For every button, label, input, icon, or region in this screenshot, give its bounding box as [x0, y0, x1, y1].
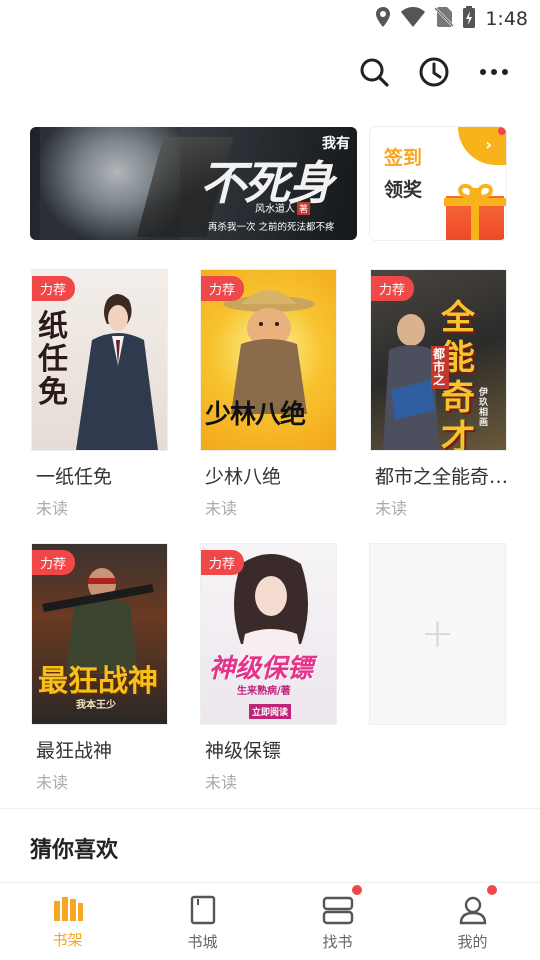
cover-title: 神级保镖	[209, 654, 314, 684]
notification-dot	[352, 885, 362, 895]
cover-title: 全能 奇才	[441, 298, 475, 450]
divider	[0, 808, 540, 809]
nav-bookshelf[interactable]: 书架	[0, 883, 135, 960]
nav-label: 书城	[187, 933, 218, 951]
more-dots-icon	[480, 69, 508, 75]
book-cover[interactable]: 力荐 纸任免	[32, 270, 167, 450]
history-button[interactable]	[418, 56, 450, 88]
gift-icon	[444, 181, 506, 240]
cover-author: 生来熟病/著	[237, 686, 291, 697]
book-cover[interactable]: 力荐 少林八绝	[201, 270, 336, 450]
book-title: 神级保镖	[205, 740, 282, 762]
location-icon	[375, 7, 391, 31]
notification-dot	[487, 885, 497, 895]
book-cover[interactable]: 力荐 神级保镖 生来熟病/著 立即阅读	[201, 544, 336, 724]
recommend-badge: 力荐	[371, 276, 415, 301]
chevron-right-icon: ›	[485, 135, 492, 154]
search-button[interactable]	[358, 56, 390, 88]
signin-reward-card[interactable]: › 签到 领奖	[370, 127, 506, 240]
recommend-badge: 力荐	[201, 276, 245, 301]
cover-author: 我本王少	[76, 700, 116, 711]
promo-banner[interactable]: 我有 不死身 风水道人著 再杀我一次 之前的死法都不疼	[30, 127, 357, 240]
cover-title: 少林八绝	[205, 400, 306, 430]
nav-label: 我的	[457, 933, 488, 951]
status-bar: 1:48	[0, 0, 540, 38]
book-icon	[190, 895, 215, 925]
bottom-navigation: 书架 书城 找书 我的	[0, 882, 540, 960]
nav-bookstore[interactable]: 书城	[135, 883, 270, 960]
cover-title: 纸任免	[38, 309, 68, 410]
book-title: 一纸任免	[36, 466, 113, 488]
profile-icon	[459, 896, 486, 925]
recommend-badge: 力荐	[32, 550, 76, 575]
find-book-icon	[322, 896, 353, 925]
banner-author: 风水道人著	[255, 202, 311, 215]
cover-author: 伊玖相画	[479, 388, 489, 428]
reward-label: 领奖	[384, 179, 423, 201]
no-sim-icon	[434, 7, 455, 31]
read-status: 未读	[36, 499, 69, 518]
nav-find-book[interactable]: 找书	[270, 883, 405, 960]
book-item[interactable]: 力荐 纸任免 一纸任免 未读	[32, 270, 167, 519]
cover-read-now-tag: 立即阅读	[249, 704, 292, 719]
book-item[interactable]: 力荐 最狂战神 我本王少 最狂战神 未读	[32, 544, 167, 793]
read-status: 未读	[36, 773, 69, 792]
plus-icon: +	[420, 611, 455, 657]
book-title: 都市之全能奇…	[375, 466, 509, 488]
author-seal: 著	[297, 202, 311, 215]
top-toolbar	[358, 56, 510, 88]
add-book-button[interactable]: +	[370, 544, 505, 724]
read-status: 未读	[205, 499, 238, 518]
cover-subtitle: 都市之	[431, 346, 449, 389]
nav-label: 找书	[322, 933, 353, 951]
clock-time: 1:48	[485, 8, 528, 30]
signin-label: 签到	[384, 147, 423, 169]
read-status: 未读	[375, 499, 408, 518]
clock-icon	[419, 57, 449, 87]
book-title: 少林八绝	[205, 466, 282, 488]
notification-dot	[498, 127, 506, 135]
banner-tagline: 再杀我一次 之前的死法都不疼	[208, 222, 335, 233]
read-status: 未读	[205, 773, 238, 792]
nav-profile[interactable]: 我的	[405, 883, 540, 960]
book-cover[interactable]: 力荐 全能 奇才 都市之 伊玖相画	[371, 270, 506, 450]
book-cover[interactable]: 力荐 最狂战神 我本王少	[32, 544, 167, 724]
search-icon	[360, 58, 389, 87]
bookshelf-icon	[53, 897, 83, 921]
book-item[interactable]: 力荐 少林八绝 少林八绝 未读	[201, 270, 336, 519]
battery-charging-icon	[463, 6, 476, 32]
recommend-badge: 力荐	[32, 276, 76, 301]
book-item[interactable]: 力荐 神级保镖 生来熟病/著 立即阅读 神级保镖 未读	[201, 544, 336, 793]
recommend-badge: 力荐	[201, 550, 245, 575]
book-item[interactable]: 力荐 全能 奇才 都市之 伊玖相画 都市之全能奇… 未读	[371, 270, 508, 519]
more-button[interactable]	[478, 56, 510, 88]
section-title: 猜你喜欢	[30, 838, 119, 863]
nav-label: 书架	[52, 931, 83, 949]
book-title: 最狂战神	[36, 740, 113, 762]
cover-title: 最狂战神	[38, 664, 158, 699]
wifi-icon	[401, 7, 426, 31]
